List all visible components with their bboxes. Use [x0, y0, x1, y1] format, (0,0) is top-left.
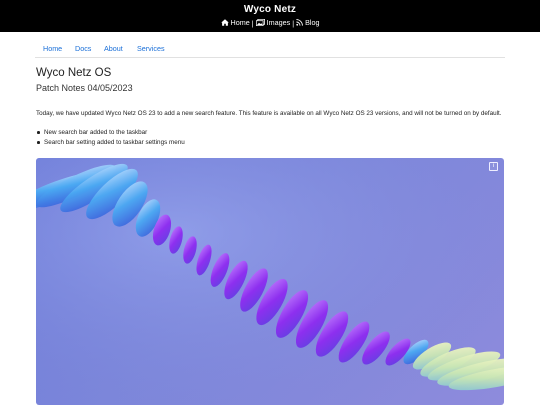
wallpaper-image: i: [36, 158, 504, 405]
nav-item-docs[interactable]: Docs: [75, 44, 91, 53]
nav-item-about[interactable]: About: [104, 44, 123, 53]
header-separator: |: [292, 19, 295, 28]
home-icon: [220, 19, 229, 26]
nav-item-home[interactable]: Home: [43, 44, 62, 53]
patch-notes-intro: Today, we have updated Wyco Netz OS 23 t…: [36, 110, 502, 117]
header-link-home[interactable]: Home: [220, 18, 250, 27]
site-title: Wyco Netz: [243, 4, 297, 15]
page-subtitle: Patch Notes 04/05/2023: [36, 83, 133, 93]
header-link-home-label: Home: [230, 18, 250, 27]
nav-item-services[interactable]: Services: [137, 44, 165, 53]
patch-notes-list: New search bar added to the taskbar Sear…: [37, 128, 185, 147]
header-link-blog[interactable]: Blog: [296, 18, 319, 27]
images-icon: [255, 19, 265, 26]
header-link-images[interactable]: Images: [255, 18, 291, 27]
wallpaper-ribbon: [36, 158, 504, 405]
list-item: Search bar setting added to taskbar sett…: [37, 138, 185, 146]
info-icon[interactable]: i: [489, 162, 498, 171]
rss-icon: [296, 19, 303, 26]
header-separator: |: [251, 19, 254, 28]
top-header: Wyco Netz Home | Images | Blog: [0, 0, 540, 32]
header-link-blog-label: Blog: [305, 18, 320, 27]
header-link-images-label: Images: [266, 18, 291, 27]
header-links: Home | Images | Blog: [0, 18, 540, 28]
main-nav: Home Docs About Services: [35, 36, 505, 58]
page-title: Wyco Netz OS: [36, 67, 112, 79]
list-item: New search bar added to the taskbar: [37, 128, 185, 138]
